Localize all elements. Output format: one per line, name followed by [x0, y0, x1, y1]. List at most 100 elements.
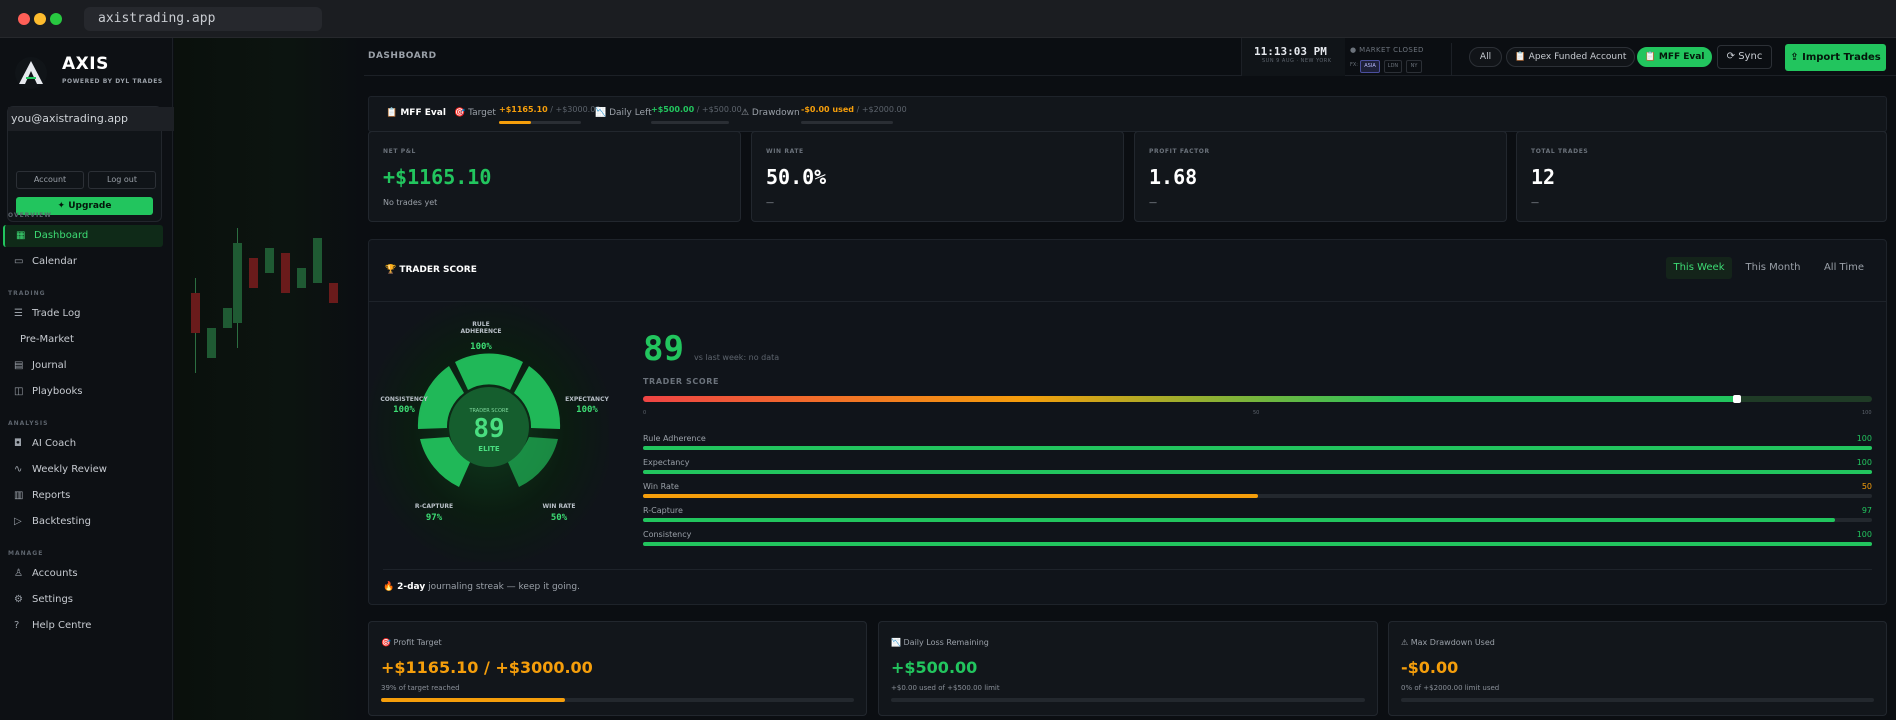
card-value: +$500.00: [891, 658, 978, 677]
eval-daily-progress: [651, 121, 729, 124]
stat-sub: —: [766, 198, 774, 207]
eval-status-bar: 📋 MFF Eval 🎯 Target +$1165.10 / +$3000.0…: [368, 96, 1887, 132]
tab-this-week[interactable]: This Week: [1666, 257, 1732, 279]
card-sub: 0% of +$2000.00 limit used: [1401, 684, 1500, 692]
metric-value: 97: [1861, 506, 1872, 515]
stat-label: TOTAL TRADES: [1531, 148, 1589, 155]
tab-all-time[interactable]: All Time: [1814, 257, 1874, 279]
page-title: DASHBOARD: [368, 51, 437, 61]
metric-value: 100: [1856, 434, 1872, 443]
axis-logo-icon: [15, 57, 47, 89]
radial-value-consistency: 100%: [393, 405, 415, 415]
clock-location: SUN 9 AUG · NEW YORK: [1262, 58, 1332, 64]
journal-icon: ▤: [14, 360, 24, 371]
eval-drawdown-progress: [801, 121, 893, 124]
account-button[interactable]: Account: [16, 171, 84, 189]
bar-chart-icon: ▥: [14, 490, 24, 501]
browser-chrome: axistrading.app: [0, 0, 1896, 38]
minimize-window-icon[interactable]: [34, 13, 46, 25]
candle: [207, 328, 216, 358]
sidebar-item-label: Calendar: [32, 256, 77, 267]
session-asia[interactable]: ASIA: [1360, 60, 1380, 73]
sidebar-item-settings[interactable]: ⚙ Settings: [3, 589, 163, 611]
account-apex-button[interactable]: 📋 Apex Funded Account: [1506, 47, 1635, 67]
eval-drawdown-label: ⚠ Drawdown: [741, 108, 800, 118]
eval-account-name: 📋 MFF Eval: [386, 108, 446, 118]
metric-bar: [643, 446, 1872, 450]
address-bar[interactable]: axistrading.app: [84, 7, 322, 31]
sidebar-item-label: Playbooks: [32, 386, 83, 397]
trader-score-vs: vs last week: no data: [694, 353, 780, 362]
maximize-window-icon[interactable]: [50, 13, 62, 25]
sidebar-item-playbooks[interactable]: ◫ Playbooks: [3, 381, 163, 403]
session-ny[interactable]: NY: [1406, 60, 1422, 73]
bot-icon: ◘: [14, 438, 22, 449]
score-radial-chart: TRADER SCORE 89 ELITE RULE ADHERENCE 100…: [369, 302, 609, 562]
eval-target-progress: [499, 121, 581, 124]
card-label: ⚠ Max Drawdown Used: [1401, 638, 1495, 647]
eval-daily-value: +$500.00: [651, 105, 695, 114]
card-sub: +$0.00 used of +$500.00 limit: [891, 684, 1000, 692]
import-trades-button[interactable]: ⇪ Import Trades: [1785, 44, 1886, 71]
radial-label-win-rate: WIN RATE: [542, 503, 576, 510]
trader-score-title: 🏆 TRADER SCORE: [385, 265, 477, 275]
sync-button[interactable]: ⟳ Sync: [1717, 45, 1772, 69]
divider: [383, 569, 1872, 570]
eval-drawdown-value: -$0.00 used: [801, 105, 855, 114]
trader-score-bar: [643, 395, 1872, 403]
sidebar-item-help-centre[interactable]: ? Help Centre: [3, 615, 163, 637]
tick-50: 50: [1253, 410, 1260, 416]
stat-card-win-rate: WIN RATE 50.0% —: [751, 131, 1124, 222]
eval-target-max: / +$3000.00: [550, 105, 601, 114]
daily-loss-progress: [891, 698, 1365, 702]
radial-center-tier: ELITE: [478, 445, 500, 453]
metric-bar: [643, 470, 1872, 474]
eval-target-label: 🎯 Target: [454, 108, 496, 118]
clock-time: 11:13:03 PM: [1254, 45, 1327, 58]
sidebar: AXIS POWERED BY DYL TRADES you@axistradi…: [0, 38, 178, 720]
trader-score-header: 🏆 TRADER SCORE This Week This Month All …: [369, 240, 1886, 302]
metric-bar-fill: [643, 494, 1258, 498]
tab-this-month[interactable]: This Month: [1740, 257, 1806, 279]
account-mff-button[interactable]: 📋 MFF Eval: [1637, 47, 1712, 67]
candle: [233, 243, 242, 323]
card-sub: 39% of target reached: [381, 684, 460, 692]
stat-card-profit-factor: PROFIT FACTOR 1.68 —: [1134, 131, 1507, 222]
close-window-icon[interactable]: [18, 13, 30, 25]
max-drawdown-progress: [1401, 698, 1874, 702]
clock-widget: 11:13:03 PM SUN 9 AUG · NEW YORK: [1241, 38, 1345, 76]
metric-name: Expectancy: [643, 458, 690, 467]
sidebar-item-pre-market[interactable]: Pre-Market: [3, 329, 163, 351]
sidebar-item-ai-coach[interactable]: ◘ AI Coach: [3, 433, 163, 455]
filter-all-button[interactable]: All: [1469, 47, 1502, 67]
section-manage: MANAGE: [8, 550, 44, 557]
sidebar-item-label: Pre-Market: [20, 334, 74, 345]
radial-value-r-capture: 97%: [425, 513, 443, 523]
metric-value: 100: [1856, 458, 1872, 467]
metric-value: 50: [1861, 482, 1872, 491]
logout-button[interactable]: Log out: [88, 171, 156, 189]
sidebar-item-backtesting[interactable]: ▷ Backtesting: [3, 511, 163, 533]
radial-label-expectancy: EXPECTANCY: [565, 396, 609, 403]
section-trading: TRADING: [8, 290, 46, 297]
sidebar-item-accounts[interactable]: ♙ Accounts: [3, 563, 163, 585]
sidebar-item-label: Weekly Review: [32, 464, 107, 475]
sidebar-item-label: AI Coach: [32, 438, 77, 449]
sessions-label: FX:: [1350, 62, 1358, 68]
stat-card-total-trades: TOTAL TRADES 12 —: [1516, 131, 1887, 222]
metric-name: Consistency: [643, 530, 692, 539]
trader-score-bar-label: TRADER SCORE: [643, 377, 720, 386]
candle: [265, 248, 274, 273]
sidebar-item-weekly-review[interactable]: ∿ Weekly Review: [3, 459, 163, 481]
candle: [281, 253, 290, 293]
sidebar-item-journal[interactable]: ▤ Journal: [3, 355, 163, 377]
card-value: +$1165.10 / +$3000.00: [381, 658, 593, 677]
sidebar-item-calendar[interactable]: ▭ Calendar: [3, 251, 163, 273]
candle: [297, 268, 306, 288]
sidebar-item-trade-log[interactable]: ☰ Trade Log: [3, 303, 163, 325]
max-drawdown-card: ⚠ Max Drawdown Used -$0.00 0% of +$2000.…: [1388, 621, 1887, 716]
session-ldn[interactable]: LDN: [1384, 60, 1402, 73]
book-icon: ◫: [14, 386, 24, 397]
sidebar-item-dashboard[interactable]: ▦ Dashboard: [3, 225, 163, 247]
sidebar-item-reports[interactable]: ▥ Reports: [3, 485, 163, 507]
